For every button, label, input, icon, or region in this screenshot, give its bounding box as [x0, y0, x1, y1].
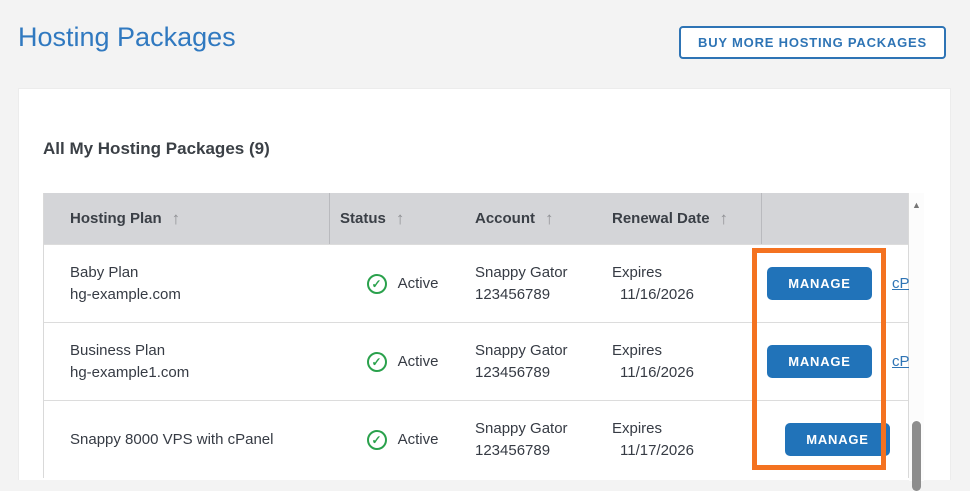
column-header-renewal-date[interactable]: Renewal Date ↑ [602, 193, 762, 244]
plan-domain: hg-example.com [70, 285, 181, 303]
account-id: 123456789 [475, 285, 551, 303]
status-cell: ✓ Active [330, 401, 465, 478]
status-cell: ✓ Active [330, 323, 465, 400]
status-label: Active [397, 352, 439, 370]
scroll-up-arrow-icon[interactable]: ▲ [909, 200, 924, 210]
table-scrollbar[interactable]: ▲ [909, 193, 924, 491]
renewal-date-cell: Expires 11/16/2026 [602, 245, 762, 322]
manage-button[interactable]: MANAGE [767, 345, 872, 378]
cpanel-link[interactable]: cP [892, 273, 910, 295]
sort-arrow-icon[interactable]: ↑ [396, 209, 405, 229]
plan-name: Baby Plan [70, 263, 139, 281]
column-label: Hosting Plan [70, 210, 162, 227]
table-row: Baby Plan hg-example.com ✓ Active Snappy… [44, 244, 910, 322]
actions-cell: MANAGE [762, 401, 908, 478]
column-header-hosting-plan[interactable]: Hosting Plan ↑ [44, 193, 330, 244]
manage-button[interactable]: MANAGE [785, 423, 890, 456]
account-name: Snappy Gator [475, 341, 568, 359]
sort-arrow-icon[interactable]: ↑ [545, 209, 554, 229]
status-cell: ✓ Active [330, 245, 465, 322]
sort-arrow-icon[interactable]: ↑ [172, 209, 181, 229]
status-label: Active [397, 274, 439, 292]
renewal-date: 11/16/2026 [620, 363, 694, 381]
check-circle-icon: ✓ [366, 429, 387, 450]
table-row: Snappy 8000 VPS with cPanel ✓ Active Sna… [44, 400, 908, 478]
hosting-packages-table: Hosting Plan ↑ Status ↑ Account ↑ Renewa… [43, 193, 910, 478]
column-label: Status [340, 210, 386, 227]
check-circle-icon: ✓ [366, 351, 387, 372]
scrollbar-thumb[interactable] [912, 421, 921, 491]
hosting-plan-cell: Snappy 8000 VPS with cPanel [44, 401, 330, 478]
status-label: Active [397, 430, 439, 448]
page-title: Hosting Packages [18, 22, 236, 52]
account-cell: Snappy Gator 123456789 [465, 245, 602, 322]
plan-name: Snappy 8000 VPS with cPanel [70, 430, 274, 448]
renewal-label: Expires [612, 263, 663, 281]
sort-arrow-icon[interactable]: ↑ [720, 209, 729, 229]
account-cell: Snappy Gator 123456789 [465, 401, 602, 478]
account-id: 123456789 [475, 363, 551, 381]
renewal-date-cell: Expires 11/16/2026 [602, 323, 762, 400]
account-name: Snappy Gator [475, 419, 568, 437]
renewal-date: 11/17/2026 [620, 441, 694, 459]
manage-button[interactable]: MANAGE [767, 267, 872, 300]
buy-more-hosting-packages-button[interactable]: BUY MORE HOSTING PACKAGES [679, 26, 946, 59]
hosting-packages-card: All My Hosting Packages (9) Hosting Plan… [18, 88, 951, 491]
column-header-actions [762, 193, 908, 244]
actions-cell: MANAGE cP [762, 323, 910, 400]
hosting-plan-cell: Baby Plan hg-example.com [44, 245, 330, 322]
account-cell: Snappy Gator 123456789 [465, 323, 602, 400]
plan-domain: hg-example1.com [70, 363, 190, 381]
renewal-date-cell: Expires 11/17/2026 [602, 401, 762, 478]
table-row: Business Plan hg-example1.com ✓ Active S… [44, 322, 910, 400]
column-header-account[interactable]: Account ↑ [465, 193, 602, 244]
renewal-label: Expires [612, 341, 663, 359]
plan-name: Business Plan [70, 341, 166, 359]
account-name: Snappy Gator [475, 263, 568, 281]
check-circle-icon: ✓ [366, 273, 387, 294]
account-id: 123456789 [475, 441, 551, 459]
column-label: Renewal Date [612, 210, 710, 227]
renewal-label: Expires [612, 419, 663, 437]
column-label: Account [475, 210, 535, 227]
actions-cell: MANAGE cP [762, 245, 910, 322]
card-heading: All My Hosting Packages (9) [43, 139, 270, 158]
hosting-plan-cell: Business Plan hg-example1.com [44, 323, 330, 400]
renewal-date: 11/16/2026 [620, 285, 694, 303]
column-header-status[interactable]: Status ↑ [330, 193, 465, 244]
table-header-row: Hosting Plan ↑ Status ↑ Account ↑ Renewa… [44, 193, 908, 244]
cpanel-link[interactable]: cP [892, 351, 910, 373]
